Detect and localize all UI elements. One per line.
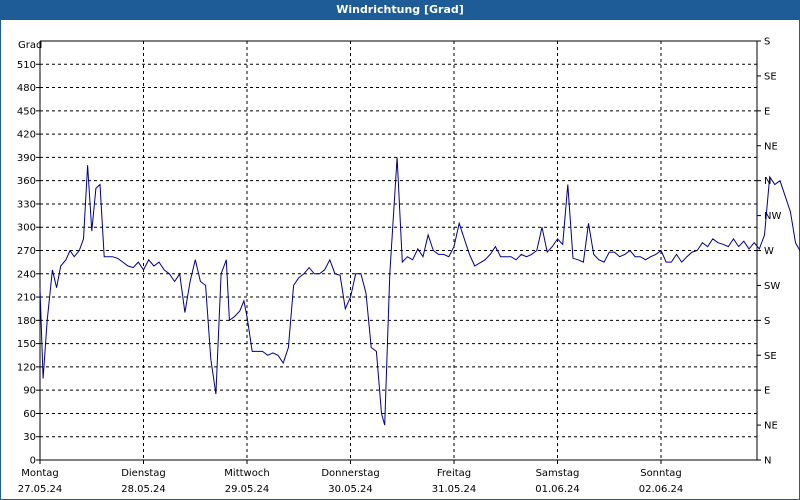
x-tick-date: 27.05.24	[18, 484, 63, 495]
x-tick-day: Freitag	[437, 468, 471, 479]
y2-tick-label: SE	[764, 351, 777, 362]
y-tick-label: 60	[23, 409, 36, 420]
y2-tick-label: S	[764, 37, 770, 48]
y-tick-label: 150	[17, 339, 36, 350]
y2-tick-label: E	[764, 106, 770, 117]
y-tick-label: 480	[17, 83, 36, 94]
y-tick-label: 90	[23, 386, 36, 397]
y2-tick-label: W	[764, 246, 774, 257]
y-tick-label: 510	[17, 60, 36, 71]
x-axis-ticks: Montag 27.05.24 Dienstag 28.05.24 Mittwoch 29…	[18, 460, 684, 495]
series-line-wind-direction	[39, 157, 800, 426]
x-tick-day: Mittwoch	[224, 468, 269, 479]
y2-tick-label: NE	[764, 421, 778, 432]
y-tick-label: 390	[17, 153, 36, 164]
x-tick-date: 02.06.24	[639, 484, 684, 495]
y-tick-label: 450	[17, 106, 36, 117]
x-tick-date: 31.05.24	[432, 484, 477, 495]
y-tick-label: 270	[17, 246, 36, 257]
y2-tick-label: E	[764, 386, 770, 397]
x-tick-day: Sonntag	[640, 468, 682, 479]
y-tick-label: 360	[17, 176, 36, 187]
y-tick-label: 0	[30, 456, 36, 467]
y2-tick-label: NE	[764, 141, 778, 152]
x-tick-day: Dienstag	[121, 468, 166, 479]
x-tick-date: 01.06.24	[535, 484, 580, 495]
y-tick-label: 420	[17, 130, 36, 141]
y-tick-label: 180	[17, 316, 36, 327]
y2-tick-label: SE	[764, 71, 777, 82]
x-tick-date: 29.05.24	[225, 484, 270, 495]
x-tick-day: Montag	[21, 468, 58, 479]
y-tick-label: 30	[23, 432, 36, 443]
x-tick-date: 30.05.24	[328, 484, 373, 495]
y-tick-label: 240	[17, 269, 36, 280]
y-tick-label: 330	[17, 199, 36, 210]
grid-lines	[40, 41, 757, 460]
x-tick-day: Donnerstag	[321, 468, 379, 479]
y-tick-label: 300	[17, 223, 36, 234]
left-axis-ticks: 0 30 60 90 120 150 180 210 240 270 300 330 360 390 420…	[17, 60, 40, 467]
y-tick-label: 210	[17, 293, 36, 304]
y2-tick-label: N	[764, 456, 771, 467]
plot-area	[39, 40, 758, 461]
y2-tick-label: SW	[764, 281, 780, 292]
wind-direction-chart: 0 30 60 90 120 150 180 210 240 270 300 330 360 390 420…	[17, 37, 800, 495]
right-axis-ticks: NNEESESSWWNWNNEESES	[757, 37, 781, 467]
x-tick-date: 28.05.24	[121, 484, 166, 495]
x-tick-day: Samstag	[536, 468, 580, 479]
y-axis-label: Grad	[18, 40, 42, 51]
y-tick-label: 120	[17, 362, 36, 373]
y2-tick-label: S	[764, 316, 770, 327]
